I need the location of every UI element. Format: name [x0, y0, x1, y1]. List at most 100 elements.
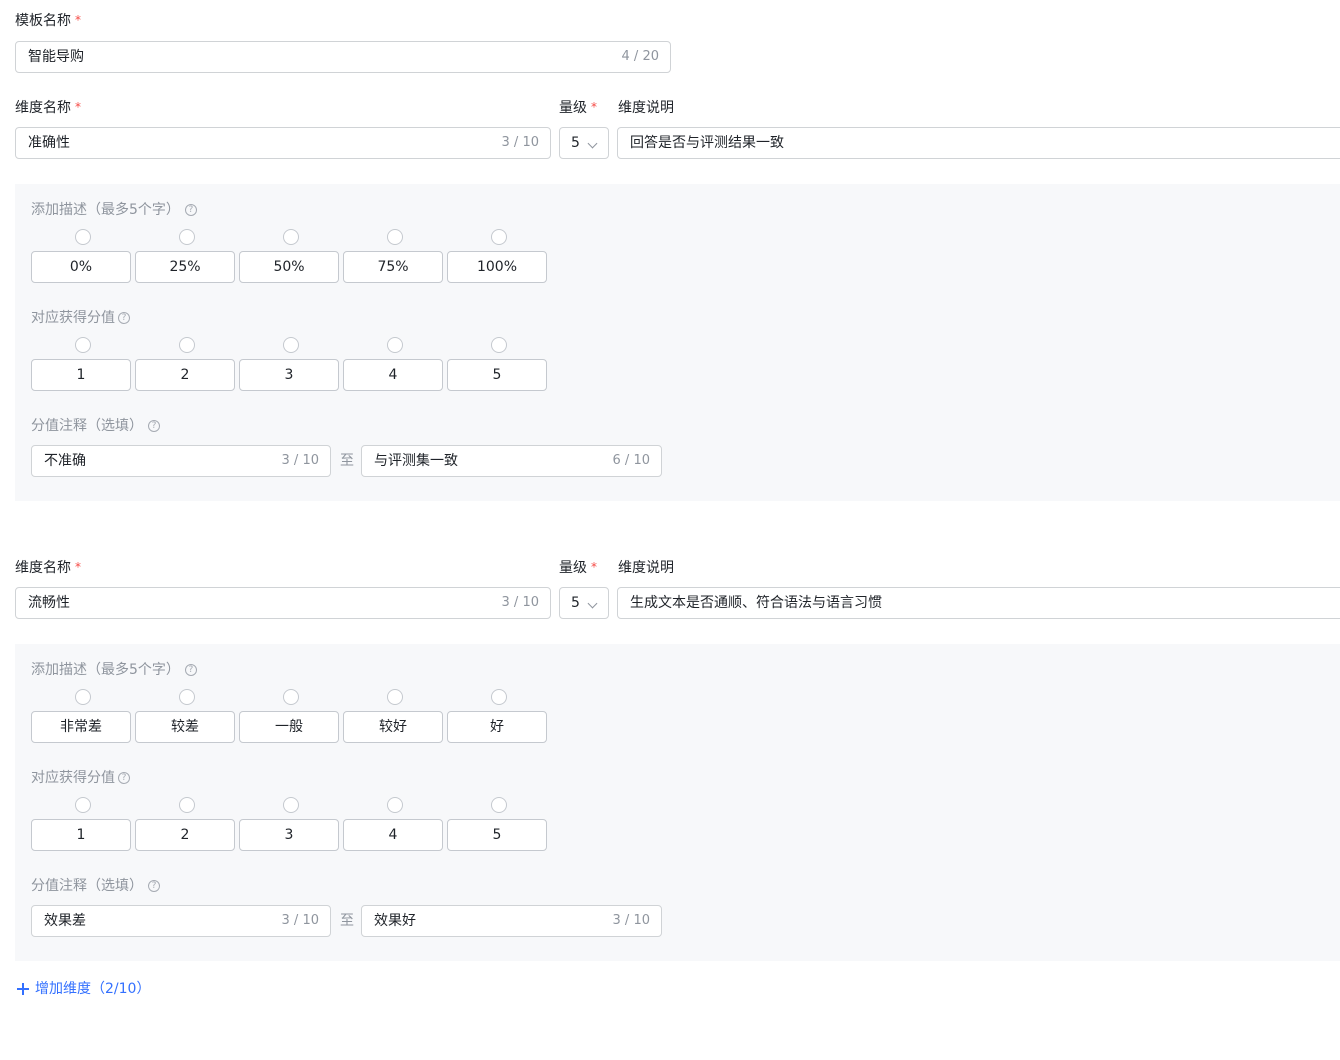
note-high-input[interactable]: 与评测集一致 6 / 10	[361, 445, 662, 477]
note-low-input[interactable]: 效果差 3 / 10	[31, 905, 331, 937]
description-box[interactable]: 0%	[31, 251, 131, 283]
help-icon[interactable]: ?	[148, 880, 160, 892]
dimension-name-value: 准确性	[28, 135, 70, 151]
help-icon[interactable]: ?	[118, 312, 130, 324]
level-value: 5	[571, 135, 580, 151]
template-name-label: 模板名称 *	[15, 13, 81, 29]
level-select[interactable]: 5	[559, 127, 609, 159]
score-box[interactable]: 2	[135, 359, 235, 391]
note-section-label: 分值注释（选填） ?	[31, 416, 160, 436]
description-radio[interactable]	[179, 689, 195, 705]
score-radio[interactable]	[491, 797, 507, 813]
note-high-input[interactable]: 效果好 3 / 10	[361, 905, 662, 937]
template-name-count: 4 / 20	[621, 49, 659, 64]
description-box[interactable]: 50%	[239, 251, 339, 283]
level-label: 量级 *	[559, 560, 597, 576]
description-radio[interactable]	[283, 229, 299, 245]
score-box[interactable]: 4	[343, 359, 443, 391]
score-radio[interactable]	[75, 337, 91, 353]
description-radio[interactable]	[491, 689, 507, 705]
note-low-value: 不准确	[44, 453, 86, 469]
level-value: 5	[571, 595, 580, 611]
description-box[interactable]: 100%	[447, 251, 547, 283]
score-radio[interactable]	[387, 337, 403, 353]
description-box[interactable]: 75%	[343, 251, 443, 283]
dimension-desc-input[interactable]: 生成文本是否通顺、符合语法与语言习惯	[617, 587, 1340, 619]
note-low-input[interactable]: 不准确 3 / 10	[31, 445, 331, 477]
desc-section-label: 添加描述（最多5个字） ?	[31, 660, 197, 680]
score-box[interactable]: 5	[447, 359, 547, 391]
range-separator: 至	[340, 913, 354, 929]
score-box[interactable]: 1	[31, 819, 131, 851]
description-box[interactable]: 较好	[343, 711, 443, 743]
dimension-desc-label: 维度说明	[618, 560, 674, 576]
dimension-desc-input[interactable]: 回答是否与评测结果一致	[617, 127, 1340, 159]
dimension-name-count: 3 / 10	[501, 135, 539, 150]
add-dimension-button[interactable]: 增加维度（2/10）	[17, 979, 150, 999]
score-radio[interactable]	[283, 797, 299, 813]
dimension-name-label: 维度名称 *	[15, 560, 81, 576]
help-icon[interactable]: ?	[184, 664, 197, 676]
note-low-value: 效果差	[44, 913, 86, 929]
description-radio[interactable]	[179, 229, 195, 245]
dimension-desc-value: 回答是否与评测结果一致	[630, 135, 784, 151]
note-low-count: 3 / 10	[281, 453, 319, 468]
dimension-name-label: 维度名称 *	[15, 100, 81, 116]
template-name-input[interactable]: 智能导购 4 / 20	[15, 41, 671, 73]
score-radio[interactable]	[387, 797, 403, 813]
note-high-value: 效果好	[374, 913, 416, 929]
desc-section-label: 添加描述（最多5个字） ?	[31, 200, 197, 220]
dimension-desc-value: 生成文本是否通顺、符合语法与语言习惯	[630, 595, 882, 611]
description-radio[interactable]	[387, 689, 403, 705]
score-section-label: 对应获得分值 ?	[31, 768, 130, 788]
description-radio[interactable]	[75, 689, 91, 705]
score-radio[interactable]	[75, 797, 91, 813]
score-radio[interactable]	[179, 337, 195, 353]
required-mark: *	[75, 100, 81, 114]
note-section-label: 分值注释（选填） ?	[31, 876, 160, 896]
score-box[interactable]: 5	[447, 819, 547, 851]
score-radio[interactable]	[283, 337, 299, 353]
note-low-count: 3 / 10	[281, 913, 319, 928]
score-box[interactable]: 2	[135, 819, 235, 851]
chevron-down-icon	[587, 598, 598, 609]
range-separator: 至	[340, 453, 354, 469]
note-high-value: 与评测集一致	[374, 453, 458, 469]
description-radio[interactable]	[387, 229, 403, 245]
help-icon[interactable]: ?	[184, 204, 197, 216]
score-radio[interactable]	[179, 797, 195, 813]
help-icon[interactable]: ?	[148, 420, 160, 432]
description-radio[interactable]	[283, 689, 299, 705]
description-radio[interactable]	[75, 229, 91, 245]
dimension-name-value: 流畅性	[28, 595, 70, 611]
chevron-down-icon	[587, 138, 598, 149]
note-high-count: 3 / 10	[612, 913, 650, 928]
score-box[interactable]: 1	[31, 359, 131, 391]
score-radio[interactable]	[491, 337, 507, 353]
description-box[interactable]: 好	[447, 711, 547, 743]
score-box[interactable]: 3	[239, 359, 339, 391]
description-box[interactable]: 一般	[239, 711, 339, 743]
plus-icon	[17, 983, 29, 995]
score-box[interactable]: 3	[239, 819, 339, 851]
score-box[interactable]: 4	[343, 819, 443, 851]
description-radio[interactable]	[491, 229, 507, 245]
dimension-name-input[interactable]: 准确性 3 / 10	[15, 127, 551, 159]
level-label: 量级 *	[559, 100, 597, 116]
required-mark: *	[75, 13, 81, 27]
score-section-label: 对应获得分值 ?	[31, 308, 130, 328]
note-high-count: 6 / 10	[612, 453, 650, 468]
required-mark: *	[75, 560, 81, 574]
dimension-name-input[interactable]: 流畅性 3 / 10	[15, 587, 551, 619]
description-box[interactable]: 较差	[135, 711, 235, 743]
help-icon[interactable]: ?	[118, 772, 130, 784]
dimension-name-count: 3 / 10	[501, 595, 539, 610]
description-box[interactable]: 25%	[135, 251, 235, 283]
template-name-value: 智能导购	[28, 49, 84, 65]
add-dimension-label: 增加维度（2/10）	[35, 981, 151, 997]
level-select[interactable]: 5	[559, 587, 609, 619]
description-box[interactable]: 非常差	[31, 711, 131, 743]
dimension-desc-label: 维度说明	[618, 100, 674, 116]
required-mark: *	[591, 560, 597, 574]
required-mark: *	[591, 100, 597, 114]
